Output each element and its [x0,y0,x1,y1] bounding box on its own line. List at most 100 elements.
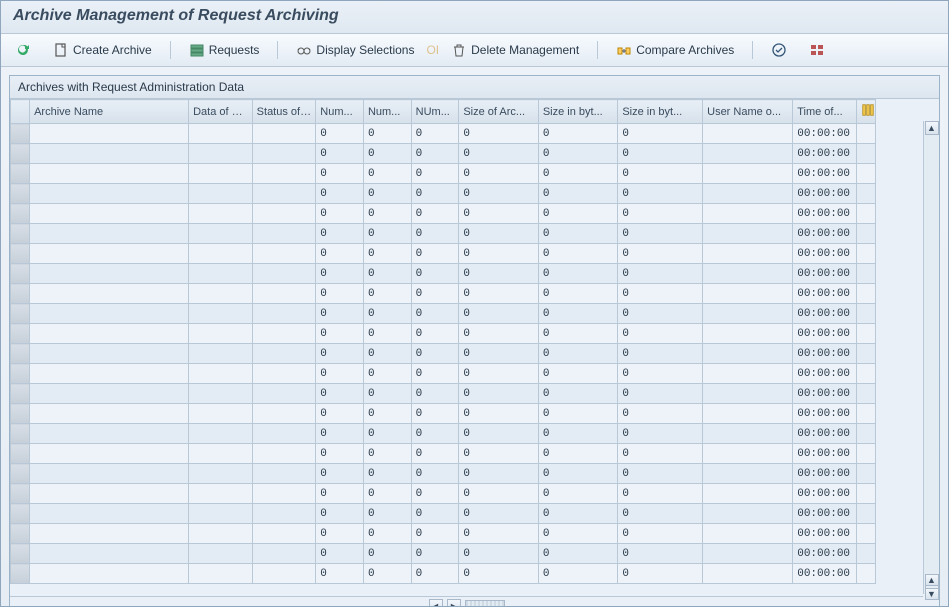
col-num3[interactable]: NUm... [411,100,459,124]
row-selector[interactable] [11,144,30,164]
table-row[interactable]: 00000000:00:00 [11,184,876,204]
row-selector[interactable] [11,124,30,144]
cell-data_of_cr [189,324,253,344]
table-row[interactable]: 00000000:00:00 [11,244,876,264]
row-pad [856,384,875,404]
cell-time_of: 00:00:00 [793,544,857,564]
hscroll-track[interactable] [465,600,505,607]
cell-num3: 0 [411,484,459,504]
table-row[interactable]: 00000000:00:00 [11,544,876,564]
row-selector[interactable] [11,464,30,484]
row-selector[interactable] [11,544,30,564]
row-selector[interactable] [11,184,30,204]
table-row[interactable]: 00000000:00:00 [11,444,876,464]
cell-num2: 0 [363,344,411,364]
cell-data_of_cr [189,344,253,364]
cell-time_of: 00:00:00 [793,444,857,464]
row-selector[interactable] [11,424,30,444]
table-row[interactable]: 00000000:00:00 [11,404,876,424]
cell-size_byt1: 0 [538,224,618,244]
table-row[interactable]: 00000000:00:00 [11,204,876,224]
row-selector[interactable] [11,404,30,424]
row-selector[interactable] [11,284,30,304]
row-selector[interactable] [11,444,30,464]
col-user-name[interactable]: User Name o... [703,100,793,124]
table-row[interactable]: 00000000:00:00 [11,304,876,324]
cell-data_of_cr [189,224,253,244]
row-selector[interactable] [11,244,30,264]
row-selector[interactable] [11,304,30,324]
horizontal-scrollbar[interactable]: ◄ ► [10,596,923,607]
row-selector[interactable] [11,164,30,184]
scroll-up2-button[interactable]: ▲ [925,574,939,586]
cell-data_of_cr [189,184,253,204]
row-selector[interactable] [11,364,30,384]
scroll-down-button[interactable]: ▼ [925,588,939,600]
execute-button[interactable] [767,40,791,60]
requests-button[interactable]: Requests [185,40,264,60]
scroll-right-button[interactable]: ► [447,599,461,607]
table-row[interactable]: 00000000:00:00 [11,124,876,144]
table-row[interactable]: 00000000:00:00 [11,264,876,284]
col-size-byt2[interactable]: Size in byt... [618,100,703,124]
cell-size_byt2: 0 [618,184,703,204]
table-row[interactable]: 00000000:00:00 [11,164,876,184]
toolbar-extra-button[interactable] [805,40,829,60]
cell-num3: 0 [411,404,459,424]
cell-user_name [703,464,793,484]
cell-archive_name [30,224,189,244]
cell-size_arc: 0 [459,224,539,244]
table-row[interactable]: 00000000:00:00 [11,504,876,524]
scroll-left-button[interactable]: ◄ [429,599,443,607]
col-time-of[interactable]: Time of... [793,100,857,124]
row-selector[interactable] [11,224,30,244]
archives-table[interactable]: Archive Name Data of Cr... Status of ...… [10,99,876,584]
cell-num3: 0 [411,304,459,324]
col-status-of[interactable]: Status of ... [252,100,316,124]
cell-status_of [252,344,316,364]
cell-size_byt2: 0 [618,404,703,424]
row-selector[interactable] [11,324,30,344]
vertical-scrollbar[interactable]: ▲ ▲ ▼ [923,121,939,594]
table-row[interactable]: 00000000:00:00 [11,484,876,504]
table-row[interactable]: 00000000:00:00 [11,364,876,384]
table-row[interactable]: 00000000:00:00 [11,424,876,444]
delete-management-button[interactable]: Delete Management [447,40,583,60]
create-archive-button[interactable]: Create Archive [49,40,156,60]
row-pad [856,164,875,184]
table-row[interactable]: 00000000:00:00 [11,144,876,164]
col-size-arc[interactable]: Size of Arc... [459,100,539,124]
select-all-header[interactable] [11,100,30,124]
col-data-of-cr[interactable]: Data of Cr... [189,100,253,124]
row-selector[interactable] [11,524,30,544]
scroll-up-button[interactable]: ▲ [925,121,939,135]
refresh-button[interactable] [11,40,35,60]
row-selector[interactable] [11,384,30,404]
row-selector[interactable] [11,504,30,524]
table-row[interactable]: 00000000:00:00 [11,564,876,584]
table-row[interactable]: 00000000:00:00 [11,324,876,344]
cell-data_of_cr [189,564,253,584]
display-selections-button[interactable]: Display Selections [292,40,418,60]
table-row[interactable]: 00000000:00:00 [11,344,876,364]
row-selector[interactable] [11,204,30,224]
table-row[interactable]: 00000000:00:00 [11,384,876,404]
col-archive-name[interactable]: Archive Name [30,100,189,124]
configure-columns-button[interactable] [856,100,875,124]
table-row[interactable]: 00000000:00:00 [11,284,876,304]
col-size-byt1[interactable]: Size in byt... [538,100,618,124]
row-selector[interactable] [11,264,30,284]
compare-archives-button[interactable]: Compare Archives [612,40,738,60]
table-row[interactable]: 00000000:00:00 [11,464,876,484]
row-selector[interactable] [11,564,30,584]
cell-size_byt2: 0 [618,444,703,464]
row-selector[interactable] [11,344,30,364]
col-num2[interactable]: Num... [363,100,411,124]
col-num1[interactable]: Num... [316,100,364,124]
table-row[interactable]: 00000000:00:00 [11,524,876,544]
cell-size_byt2: 0 [618,484,703,504]
table-row[interactable]: 00000000:00:00 [11,224,876,244]
cell-data_of_cr [189,284,253,304]
row-selector[interactable] [11,484,30,504]
cell-status_of [252,224,316,244]
